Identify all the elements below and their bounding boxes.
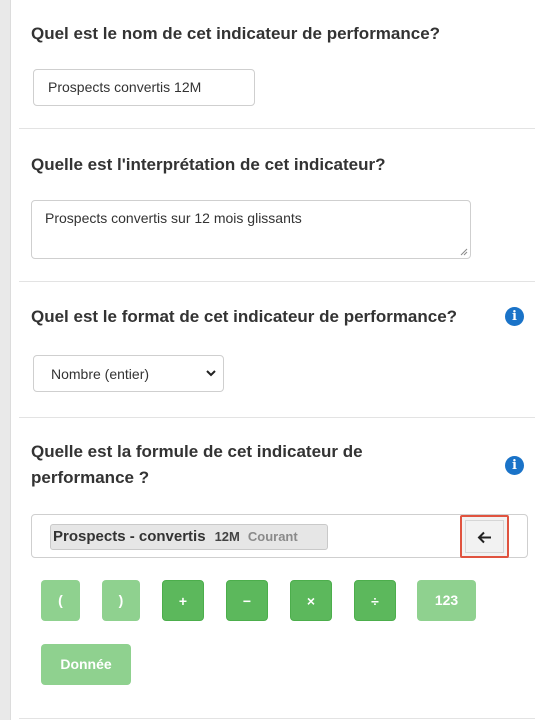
chevron-down-icon <box>206 370 216 377</box>
chip-label: Prospects - convertis <box>53 528 206 545</box>
left-rail-border <box>10 0 11 720</box>
minus-button[interactable]: − <box>226 580 268 621</box>
arrow-left-icon <box>477 531 491 544</box>
format-select[interactable]: Nombre (entier) <box>33 355 224 392</box>
info-icon[interactable]: i <box>505 307 524 326</box>
resize-grip-icon[interactable] <box>460 248 468 256</box>
chip-period: 12M <box>214 529 240 544</box>
formula-token-chip[interactable]: Prospects - convertis 12M Courant <box>50 524 328 550</box>
formula-question-line2: performance ? <box>31 468 150 487</box>
name-input[interactable]: Prospects convertis 12M <box>33 69 255 106</box>
name-question: Quel est le nom de cet indicateur de per… <box>31 24 441 43</box>
open-paren-button[interactable]: ( <box>41 580 80 621</box>
format-question: Quel est le format de cet indicateur de … <box>31 307 458 326</box>
name-section: Quel est le nom de cet indicateur de per… <box>19 0 535 128</box>
multiply-button[interactable]: × <box>290 580 332 621</box>
close-paren-button[interactable]: ) <box>102 580 140 621</box>
interpretation-section: Quelle est l'interprétation de cet indic… <box>19 129 535 281</box>
section-divider <box>19 718 535 719</box>
info-icon[interactable]: i <box>505 456 524 475</box>
divide-button[interactable]: ÷ <box>354 580 396 621</box>
left-rail <box>0 0 10 720</box>
format-select-value: Nombre (entier) <box>51 366 150 382</box>
format-section: Quel est le format de cet indicateur de … <box>19 282 535 417</box>
interpretation-textarea[interactable]: Prospects convertis sur 12 mois glissant… <box>31 200 471 259</box>
interpretation-question: Quelle est l'interprétation de cet indic… <box>31 155 386 174</box>
formula-question-line1: Quelle est la formule de cet indicateur … <box>31 442 363 461</box>
formula-editor[interactable]: Prospects - convertis 12M Courant <box>31 514 528 558</box>
plus-button[interactable]: + <box>162 580 204 621</box>
chip-tag: Courant <box>247 529 298 544</box>
data-button[interactable]: Donnée <box>41 644 131 685</box>
number-button[interactable]: 123 <box>417 580 476 621</box>
interpretation-text: Prospects convertis sur 12 mois glissant… <box>45 210 302 226</box>
backspace-button-inner <box>465 520 504 553</box>
backspace-button[interactable] <box>460 515 509 558</box>
